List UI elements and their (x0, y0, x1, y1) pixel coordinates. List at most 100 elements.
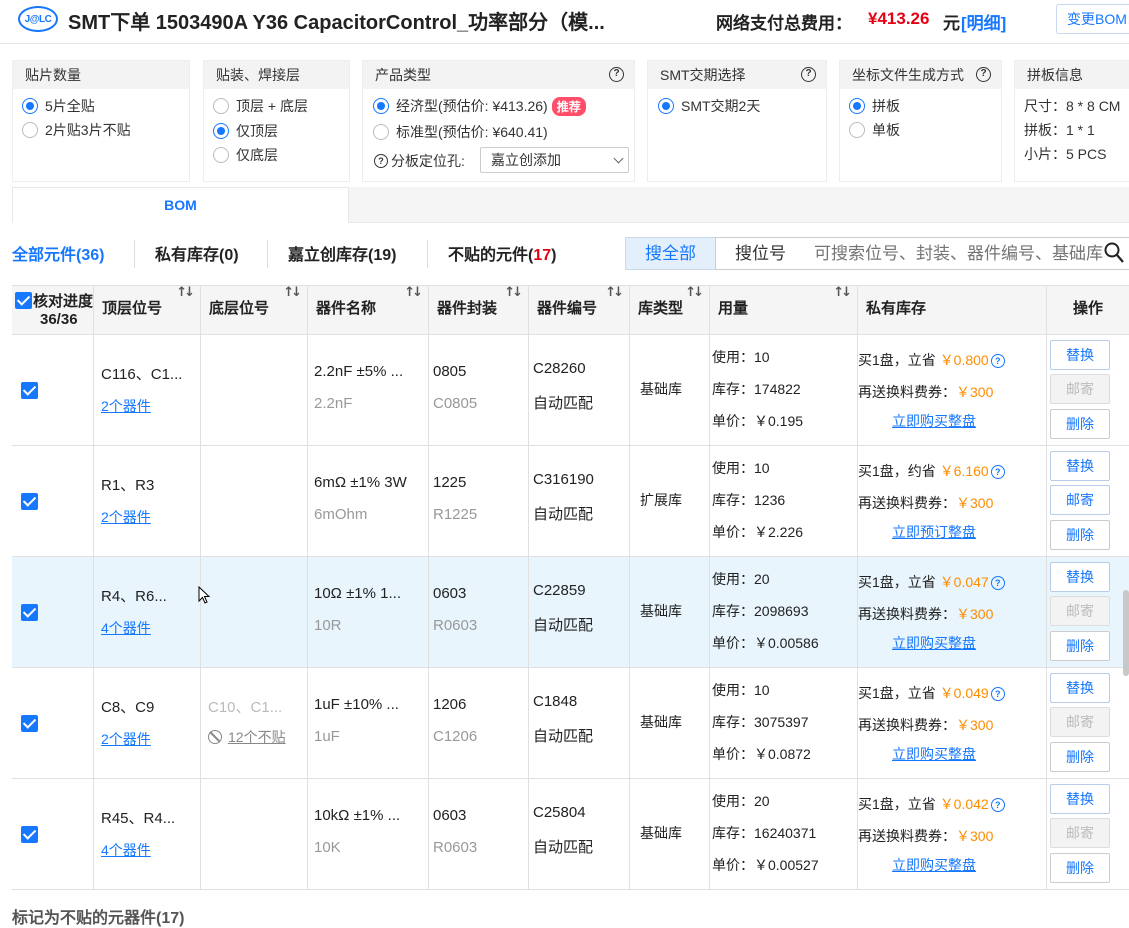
sort-icon[interactable]: ↑↓ (404, 285, 423, 300)
scrollbar-thumb[interactable] (1123, 590, 1129, 676)
delivery-panel-title: SMT交期选择 (660, 67, 746, 83)
delete-button[interactable]: 删除 (1050, 520, 1110, 550)
buy-reel-link[interactable]: 立即购买整盘 (892, 855, 976, 875)
sort-icon[interactable]: ↑↓ (833, 285, 852, 300)
radio-coord-panel[interactable]: 拼板 (849, 96, 900, 116)
change-bom-button[interactable]: 变更BOM (1056, 4, 1129, 34)
radio-layer-bottom[interactable]: 仅底层 (213, 145, 278, 165)
buy-reel-link[interactable]: 立即预订整盘 (892, 522, 976, 542)
filter-all[interactable]: 全部元件(36) (12, 241, 104, 265)
delete-button[interactable]: 删除 (1050, 631, 1110, 661)
mail-button[interactable]: 邮寄 (1050, 485, 1110, 515)
sort-icon[interactable]: ↑↓ (605, 285, 624, 300)
row-checkbox[interactable] (21, 382, 38, 399)
coupon-info: 再送换料费券：￥300 (858, 493, 993, 513)
stock-count: 库存：1236 (712, 492, 786, 508)
replace-button[interactable]: 替换 (1050, 784, 1110, 814)
radio-qty-partial[interactable]: 2片贴3片不贴 (22, 120, 131, 140)
header-text: 器件封装 (437, 300, 498, 317)
chevron-down-icon (613, 153, 624, 164)
delete-button[interactable]: 删除 (1050, 742, 1110, 772)
top-ref-count-link[interactable]: 4个器件 (101, 618, 151, 638)
row-checkbox[interactable] (21, 715, 38, 732)
row-checkbox[interactable] (21, 826, 38, 843)
not-placed-note[interactable]: 12个不贴 (208, 727, 286, 747)
filter-count: 17 (533, 247, 552, 264)
buy-reel-link[interactable]: 立即购买整盘 (892, 411, 976, 431)
help-icon[interactable]: ? (609, 67, 624, 82)
select-all-checkbox[interactable] (15, 292, 32, 309)
match-status: 自动匹配 (533, 506, 594, 523)
header-top-ref[interactable]: 顶层位号 ↑↓ (93, 285, 200, 335)
help-icon[interactable]: ? (990, 687, 1005, 701)
sort-icon[interactable]: ↑↓ (283, 285, 302, 300)
replace-button[interactable]: 替换 (1050, 340, 1110, 370)
filter-private[interactable]: 私有库存(0) (155, 241, 239, 265)
top-ref-count-link[interactable]: 2个器件 (101, 507, 151, 527)
sort-icon[interactable]: ↑↓ (685, 285, 704, 300)
top-header: J@LC SMT下单 1503490A Y36 CapacitorControl… (0, 0, 1129, 44)
radio-coord-single[interactable]: 单板 (849, 120, 900, 140)
library-type: 基础库 (640, 603, 682, 619)
mail-button[interactable]: 邮寄 (1050, 374, 1110, 404)
radio-layer-both[interactable]: 顶层 + 底层 (213, 96, 308, 116)
header-lib-type[interactable]: 库类型 ↑↓ (629, 285, 709, 335)
panel-size: 尺寸：8 * 8 CM (1024, 98, 1121, 114)
radio-product-standard[interactable]: 标准型(预估价: ¥640.41) (373, 122, 548, 142)
company-logo[interactable]: J@LC (18, 6, 58, 32)
help-icon[interactable]: ? (990, 576, 1005, 590)
row-checkbox[interactable] (21, 493, 38, 510)
total-fee-value: ¥413.26 (868, 9, 930, 28)
coupon-label: 再送换料费券： (858, 828, 956, 844)
header-package[interactable]: 器件封装 ↑↓ (428, 285, 528, 335)
radio-label: 5片全贴 (45, 98, 95, 114)
header-part-name[interactable]: 器件名称 ↑↓ (307, 285, 428, 335)
delete-button[interactable]: 删除 (1050, 409, 1110, 439)
search-position-button[interactable]: 搜位号 (715, 237, 806, 270)
header-part-code[interactable]: 器件编号 ↑↓ (528, 285, 629, 335)
sort-icon[interactable]: ↑↓ (504, 285, 523, 300)
search-all-button[interactable]: 搜全部 (625, 237, 716, 270)
help-icon[interactable]: ? (976, 67, 991, 82)
top-ref-count-link[interactable]: 4个器件 (101, 840, 151, 860)
help-icon[interactable]: ? (990, 465, 1005, 479)
header-bottom-ref[interactable]: 底层位号 ↑↓ (200, 285, 307, 335)
match-status: 自动匹配 (533, 617, 594, 634)
radio-qty-all[interactable]: 5片全贴 (22, 96, 95, 116)
radio-layer-top[interactable]: 仅顶层 (213, 121, 278, 141)
column-divider (857, 335, 858, 890)
search-icon[interactable] (1104, 242, 1124, 264)
help-icon[interactable]: ? (990, 798, 1005, 812)
replace-button[interactable]: 替换 (1050, 673, 1110, 703)
help-icon[interactable]: ? (990, 354, 1005, 368)
top-ref-count-link[interactable]: 2个器件 (101, 396, 151, 416)
buy-reel-link[interactable]: 立即购买整盘 (892, 633, 976, 653)
sort-icon[interactable]: ↑↓ (176, 285, 195, 300)
usage-count: 使用：10 (712, 460, 770, 476)
radio-product-economy[interactable]: 经济型(预估价: ¥413.26) 推荐 (373, 96, 586, 116)
filter-end: ) (551, 247, 557, 264)
filter-jlc[interactable]: 嘉立创库存(19) (288, 241, 396, 265)
radio-delivery-2day[interactable]: SMT交期2天 (658, 96, 760, 116)
tab-bom[interactable]: BOM (12, 187, 349, 223)
not-placed-count: 12个不贴 (228, 729, 286, 745)
row-checkbox[interactable] (21, 604, 38, 621)
match-status: 自动匹配 (533, 839, 594, 856)
help-icon[interactable]: ? (801, 67, 816, 82)
mail-button[interactable]: 邮寄 (1050, 596, 1110, 626)
header-usage[interactable]: 用量 ↑↓ (709, 285, 857, 335)
not-placed-section-title: 标记为不贴的元器件(17) (12, 910, 185, 927)
help-icon[interactable]: ? (374, 154, 388, 168)
hole-select[interactable]: 嘉立创添加 (480, 147, 629, 173)
filter-not-placed[interactable]: 不贴的元件(17) (448, 241, 556, 265)
replace-button[interactable]: 替换 (1050, 562, 1110, 592)
delete-button[interactable]: 删除 (1050, 853, 1110, 883)
top-ref-count-link[interactable]: 2个器件 (101, 729, 151, 749)
search-input[interactable] (805, 237, 1129, 270)
mail-button[interactable]: 邮寄 (1050, 818, 1110, 848)
replace-button[interactable]: 替换 (1050, 451, 1110, 481)
buy-reel-link[interactable]: 立即购买整盘 (892, 744, 976, 764)
mail-button[interactable]: 邮寄 (1050, 707, 1110, 737)
filter-count: 0 (224, 247, 234, 264)
fee-detail-link[interactable]: [明细] (961, 9, 1006, 34)
